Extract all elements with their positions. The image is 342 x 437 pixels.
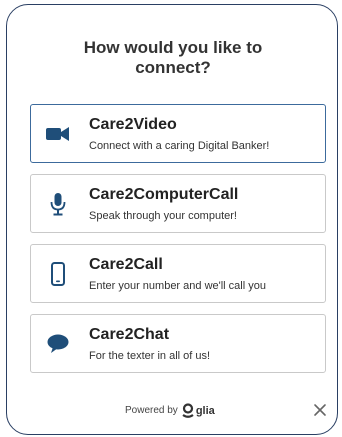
powered-by: Powered by glia [125, 403, 215, 418]
option-title: Care2ComputerCall [89, 186, 239, 203]
dialog-title: How would you like to connect? [7, 38, 339, 78]
glia-logo: glia [182, 403, 215, 418]
option-subtitle: Connect with a caring Digital Banker! [89, 140, 270, 152]
powered-by-label: Powered by [125, 405, 178, 416]
option-title: Care2Chat [89, 326, 170, 343]
glia-logo-text: glia [195, 404, 215, 417]
option-title: Care2Call [89, 256, 163, 273]
dialog-title-line2: connect? [135, 58, 211, 77]
option-subtitle: Speak through your computer! [89, 210, 237, 222]
option-care2computercall[interactable]: Care2ComputerCall Speak through your com… [30, 174, 326, 233]
option-subtitle: For the texter in all of us! [89, 350, 211, 362]
dialog-footer: Powered by glia [7, 401, 339, 419]
microphone-icon [45, 191, 71, 217]
option-care2video[interactable]: Care2Video Connect with a caring Digital… [30, 104, 326, 163]
dialog-title-line1: How would you like to [83, 38, 263, 57]
option-subtitle: Enter your number and we'll call you [89, 280, 266, 292]
option-care2chat[interactable]: Care2Chat For the texter in all of us! [30, 314, 326, 373]
connect-dialog: How would you like to connect? Care2Vide… [6, 4, 338, 435]
close-button[interactable] [313, 403, 327, 417]
glia-logo-icon [182, 403, 194, 418]
close-icon [314, 404, 326, 416]
mobile-phone-icon [45, 261, 71, 287]
option-title: Care2Video [89, 116, 177, 133]
option-care2call[interactable]: Care2Call Enter your number and we'll ca… [30, 244, 326, 303]
video-camera-icon [45, 121, 71, 147]
chat-bubble-icon [45, 331, 71, 357]
